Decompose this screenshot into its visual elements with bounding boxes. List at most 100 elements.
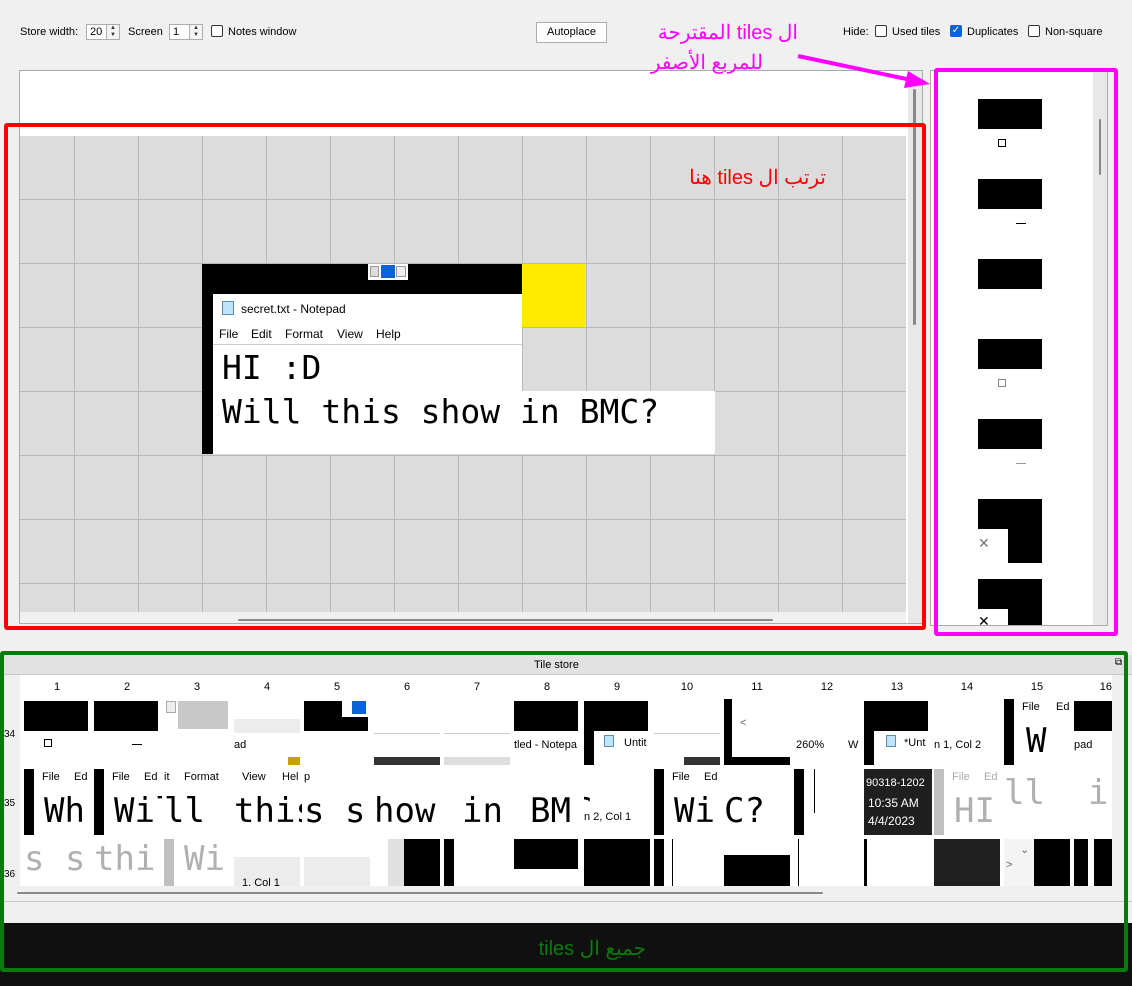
row-header: 36	[4, 869, 16, 880]
store-tile[interactable]: it Format ll	[164, 769, 232, 835]
column-header: 9	[613, 681, 621, 693]
suggestions-scrollbar[interactable]	[1093, 71, 1107, 625]
store-tile[interactable]	[1074, 839, 1112, 886]
store-tile[interactable]: File Ed W	[1004, 699, 1072, 765]
store-tile[interactable]	[794, 769, 862, 835]
menu-view[interactable]: View	[337, 327, 363, 341]
tile-store-title: Tile store	[534, 659, 579, 671]
suggested-tile[interactable]	[978, 259, 1042, 289]
store-tile[interactable]	[514, 839, 582, 886]
non-square-checkbox[interactable]	[1028, 25, 1040, 37]
suggested-tiles-panel[interactable]: ✕ ✕	[930, 70, 1108, 626]
suggested-tile[interactable]	[978, 339, 1042, 369]
yellow-selected-tile[interactable]	[522, 264, 585, 327]
canvas-horizontal-scrollbar[interactable]	[20, 612, 906, 623]
column-header: 16	[1099, 681, 1112, 693]
store-tile[interactable]	[934, 839, 1002, 886]
store-tile[interactable]: pad	[1074, 699, 1112, 765]
store-tile[interactable]: thi	[94, 839, 162, 886]
suggested-tile[interactable]	[978, 179, 1042, 209]
store-tile[interactable]	[654, 699, 722, 765]
store-tile[interactable]	[654, 839, 722, 886]
store-tile[interactable]: BM	[514, 769, 582, 835]
store-width-spinner[interactable]: 20 ▲ ▼	[86, 24, 120, 40]
store-tile[interactable]	[444, 839, 512, 886]
store-tile[interactable]: 90318-1202 10:35 AM 4/4/2023	[864, 769, 932, 835]
row-header: 35	[4, 798, 16, 809]
taskbar-icon-tile	[368, 264, 408, 280]
column-header: 4	[263, 681, 271, 693]
duplicates-checkbox[interactable]: ✓	[950, 25, 962, 37]
store-tile[interactable]: C n 2, Col 1	[584, 769, 652, 835]
column-header: 15	[1030, 681, 1044, 693]
screen-spinner[interactable]: 1 ▲ ▼	[169, 24, 203, 40]
store-tile[interactable]	[444, 699, 512, 765]
store-tile[interactable]: n 1, Col 2	[934, 699, 1002, 765]
square-glyph	[998, 139, 1006, 147]
store-tile[interactable]	[164, 699, 232, 765]
scrollbar-thumb[interactable]	[913, 89, 916, 325]
store-tile[interactable]: File Ed HI	[934, 769, 1002, 835]
document-icon	[396, 266, 406, 277]
notes-window-checkbox[interactable]	[211, 25, 223, 37]
store-tile[interactable]	[24, 699, 92, 765]
store-tile[interactable]	[374, 699, 442, 765]
close-icon: ✕	[978, 535, 990, 551]
store-tile[interactable]: s s	[24, 839, 92, 886]
store-tile[interactable]	[724, 839, 792, 886]
magenta-annotation-text-2: للمربع الأصفر	[650, 52, 763, 74]
scrollbar-thumb[interactable]	[17, 892, 823, 894]
store-tile[interactable]: 260% W	[794, 699, 862, 765]
store-tile[interactable]: File Ed Wil	[94, 769, 162, 835]
spinner-arrows-icon[interactable]: ▲ ▼	[106, 25, 119, 39]
store-tile[interactable]: C?	[724, 769, 792, 835]
chevron-right-icon: >	[1006, 859, 1013, 871]
store-horizontal-scrollbar[interactable]	[0, 887, 1112, 899]
store-tile[interactable]	[304, 839, 372, 886]
arrange-canvas[interactable]: secret.txt - Notepad File Edit Format Vi…	[19, 70, 923, 624]
store-tile[interactable]: File Ed Wh	[24, 769, 92, 835]
store-tile[interactable]: in	[444, 769, 512, 835]
undock-icon[interactable]: ⧉	[1115, 657, 1122, 668]
store-tile[interactable]: File Ed Wi	[654, 769, 722, 835]
suggested-tile[interactable]	[978, 99, 1042, 129]
store-tile[interactable]: <	[724, 699, 792, 765]
suggested-tile[interactable]	[978, 499, 1042, 563]
column-header: 8	[543, 681, 551, 693]
red-annotation-text: ترتب ال tiles هنا	[689, 167, 826, 189]
store-tile[interactable]	[304, 699, 372, 765]
square-glyph	[998, 379, 1006, 387]
column-header: 6	[403, 681, 411, 693]
store-tile[interactable]: *Unt	[864, 699, 932, 765]
store-tile[interactable]: ll	[1004, 769, 1072, 835]
menu-format[interactable]: Format	[285, 327, 323, 341]
spinner-arrows-icon[interactable]: ▲ ▼	[189, 25, 202, 39]
divider	[0, 901, 1132, 902]
store-tile[interactable]	[864, 839, 932, 886]
placed-notepad-tiles[interactable]: secret.txt - Notepad File Edit Format Vi…	[202, 264, 715, 454]
store-tile[interactable]: p s s	[304, 769, 372, 835]
autoplace-button[interactable]: Autoplace	[536, 22, 607, 43]
store-tile[interactable]: Untit	[584, 699, 652, 765]
store-tile[interactable]: ⌄ >	[1004, 839, 1072, 886]
store-tile[interactable]	[374, 839, 442, 886]
column-header: 11	[751, 681, 763, 693]
suggested-tile[interactable]	[978, 419, 1042, 449]
menu-edit[interactable]: Edit	[251, 327, 272, 341]
store-tile[interactable]: how	[374, 769, 442, 835]
store-tile[interactable]: View Hel this	[234, 769, 302, 835]
menu-file[interactable]: File	[219, 327, 238, 341]
store-tile[interactable]: ad	[234, 699, 302, 765]
scrollbar-thumb[interactable]	[1099, 119, 1101, 175]
store-tile[interactable]: i	[1074, 769, 1112, 835]
store-tile[interactable]: Wi	[164, 839, 232, 886]
canvas-vertical-scrollbar[interactable]	[908, 71, 922, 623]
menu-help[interactable]: Help	[376, 327, 401, 341]
store-tile[interactable]: tled - Notepa	[514, 699, 582, 765]
scrollbar-thumb[interactable]	[238, 619, 773, 621]
store-tile[interactable]	[794, 839, 862, 886]
store-tile[interactable]: 1, Col 1	[234, 839, 302, 886]
store-tile[interactable]	[94, 699, 162, 765]
used-tiles-checkbox[interactable]	[875, 25, 887, 37]
store-tile[interactable]	[584, 839, 652, 886]
